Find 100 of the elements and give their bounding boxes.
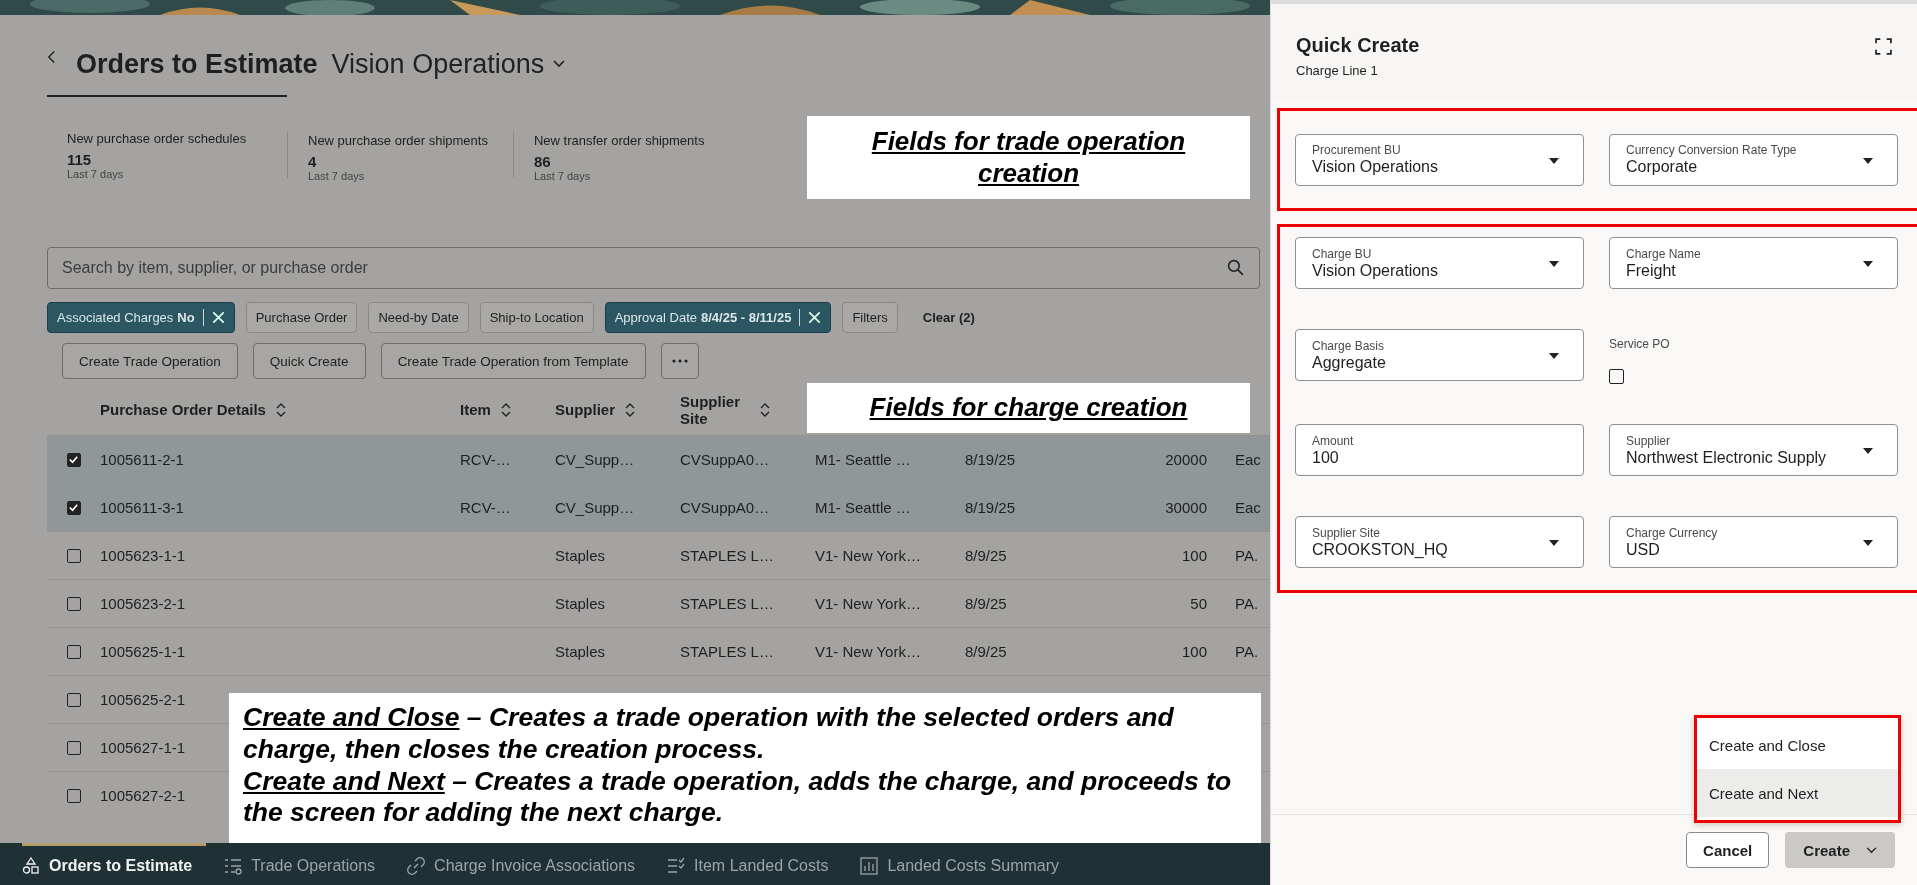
row-checkbox[interactable]: [66, 740, 81, 755]
filter-chip[interactable]: Need-by Date: [368, 301, 469, 333]
table-cell: 1005611-2-1: [100, 451, 184, 468]
form-field[interactable]: Charge Currency USD: [1609, 516, 1898, 568]
filter-chip[interactable]: Purchase Order: [245, 301, 358, 333]
table-cell: Staples: [555, 547, 606, 564]
filter-chip[interactable]: Associated Charges No: [47, 301, 235, 333]
metric-label: New transfer order shipments: [533, 133, 705, 148]
nav-tab[interactable]: Charge Invoice Associations: [407, 843, 650, 885]
sort-icon[interactable]: [625, 403, 635, 417]
row-checkbox[interactable]: [66, 596, 81, 611]
form-field[interactable]: Amount 100: [1295, 424, 1584, 476]
form-field[interactable]: Charge Name Freight: [1609, 237, 1898, 289]
caret-icon[interactable]: [1549, 157, 1559, 164]
close-icon[interactable]: [211, 310, 225, 324]
annotation-label: Fields for charge creation: [807, 383, 1250, 433]
ellipsis-icon[interactable]: [671, 359, 688, 363]
row-checkbox[interactable]: [66, 644, 81, 659]
shapes-icon[interactable]: [22, 856, 40, 875]
filter-chip[interactable]: Approval Date 8/4/25 - 8/11/25: [604, 301, 832, 333]
chevron-icon[interactable]: [1866, 846, 1877, 854]
nav-tab[interactable]: Item Landed Costs: [667, 843, 843, 885]
caret-icon[interactable]: [1549, 261, 1559, 267]
search-icon[interactable]: [1227, 259, 1244, 276]
table-cell: CVSuppA0…: [680, 451, 770, 468]
nav-tab[interactable]: Trade Operations: [224, 843, 390, 885]
form-field[interactable]: Procurement BU Vision Operations: [1295, 133, 1584, 186]
table-cell: PA.: [1235, 547, 1259, 564]
create-button[interactable]: Create: [1785, 832, 1895, 868]
menu-item[interactable]: Create and Next: [1697, 769, 1898, 817]
table-cell: PA.: [1235, 643, 1259, 660]
context-selector[interactable]: Vision Operations: [331, 48, 566, 80]
table-cell: STAPLES L…: [680, 595, 774, 612]
column-header[interactable]: Purchase Order Details: [100, 401, 266, 419]
table-cell: 8/9/25: [965, 595, 1007, 612]
table-cell: 1005625-1-1: [100, 643, 186, 660]
action-button[interactable]: Create Trade Operation from Template: [380, 343, 646, 379]
table-cell: RCV-…: [460, 499, 511, 516]
bar-chart-icon[interactable]: [860, 856, 879, 875]
table-cell: 1005627-2-1: [100, 787, 186, 804]
menu-item[interactable]: Create and Close: [1697, 721, 1898, 769]
column-header[interactable]: Item: [460, 401, 491, 419]
expand-icon[interactable]: [1875, 38, 1892, 55]
row-checkbox[interactable]: [66, 452, 81, 467]
caret-icon[interactable]: [1863, 540, 1873, 546]
row-checkbox[interactable]: [66, 500, 81, 515]
close-icon[interactable]: [808, 310, 822, 324]
back-icon[interactable]: [47, 50, 56, 64]
nav-tab[interactable]: Landed Costs Summary: [860, 843, 1073, 885]
row-checkbox[interactable]: [66, 548, 81, 563]
form-field[interactable]: Charge Basis Aggregate: [1295, 329, 1584, 381]
filter-chip[interactable]: Ship-to Location: [479, 301, 594, 333]
table-cell: 8/19/25: [965, 499, 1016, 516]
table-cell: V1- New York…: [815, 547, 921, 564]
row-checkbox[interactable]: [66, 692, 81, 707]
action-button[interactable]: Create Trade Operation: [62, 343, 238, 379]
panel-title: Quick Create: [1296, 34, 1420, 57]
metric-value: 4: [308, 153, 318, 170]
table-cell: STAPLES L…: [680, 643, 774, 660]
cancel-button[interactable]: Cancel: [1686, 832, 1770, 868]
panel-subtitle: Charge Line 1: [1296, 63, 1379, 78]
chevron-icon[interactable]: [553, 60, 566, 68]
caret-icon[interactable]: [1549, 540, 1559, 546]
caret-icon[interactable]: [1863, 157, 1873, 164]
form-field[interactable]: Charge BU Vision Operations: [1295, 237, 1584, 289]
filter-chip[interactable]: Filters: [842, 301, 898, 333]
clear-filters-link[interactable]: Clear (2): [908, 309, 975, 325]
table-cell: STAPLES L…: [680, 547, 774, 564]
action-button[interactable]: Quick Create: [252, 343, 366, 379]
search-field[interactable]: Search by item, supplier, or purchase order: [47, 247, 1260, 289]
table-cell: M1- Seattle …: [815, 499, 911, 516]
form-field[interactable]: Supplier Northwest Electronic Supply: [1609, 424, 1898, 476]
table-cell: 8/9/25: [965, 643, 1007, 660]
sort-icon[interactable]: [275, 403, 286, 417]
sort-icon[interactable]: [760, 403, 770, 417]
table-cell: M1- Seattle …: [815, 451, 911, 468]
metric-value: 86: [533, 153, 552, 170]
link-icon[interactable]: [407, 856, 426, 875]
table-cell: 100: [1181, 547, 1207, 564]
metric-tab[interactable]: New purchase order schedules 115 Last 7 days: [47, 95, 287, 195]
column-header[interactable]: Supplier Site: [680, 392, 750, 428]
form-field[interactable]: Currency Conversion Rate Type Corporate: [1609, 133, 1898, 186]
table-cell: 1005623-1-1: [100, 547, 186, 564]
caret-icon[interactable]: [1863, 448, 1873, 454]
caret-icon[interactable]: [1549, 353, 1559, 359]
table-cell: Eac: [1235, 451, 1261, 468]
list-check-icon[interactable]: [667, 856, 686, 875]
row-checkbox[interactable]: [66, 788, 81, 803]
column-header[interactable]: Supplier: [555, 401, 615, 419]
checkbox-label: Service PO: [1609, 337, 1671, 351]
caret-icon[interactable]: [1863, 261, 1873, 267]
checklist-icon[interactable]: [224, 856, 243, 875]
sort-icon[interactable]: [500, 403, 511, 417]
table-cell: 8/19/25: [965, 451, 1016, 468]
table-cell: Eac: [1235, 499, 1261, 516]
page-title: Orders to Estimate: [76, 48, 318, 80]
nav-tab[interactable]: Orders to Estimate: [22, 843, 207, 885]
form-field[interactable]: Supplier Site CROOKSTON_HQ: [1295, 516, 1584, 568]
table-cell: 1005611-3-1: [100, 499, 184, 516]
checkbox[interactable]: [1609, 369, 1624, 384]
